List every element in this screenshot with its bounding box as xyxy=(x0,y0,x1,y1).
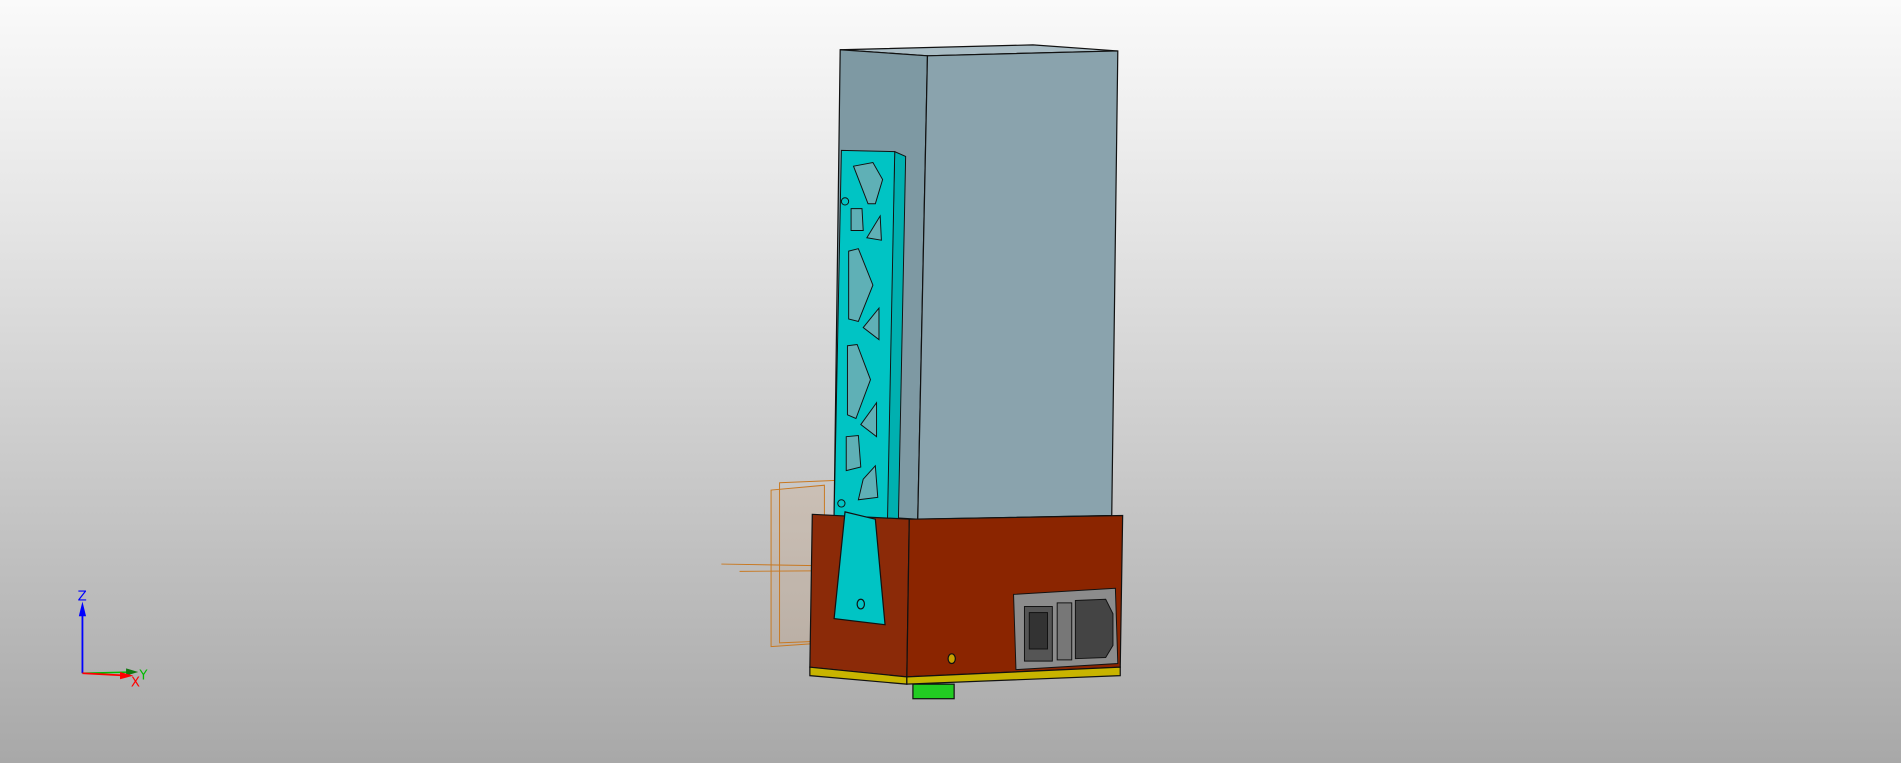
mounting-bracket[interactable] xyxy=(833,149,907,523)
3d-viewport[interactable]: Z Y X xyxy=(0,0,1901,763)
x-axis-label: X xyxy=(131,676,140,691)
iec-socket xyxy=(1074,598,1114,660)
green-foot xyxy=(912,683,955,700)
fuse-holder xyxy=(1056,602,1073,661)
z-axis-label: Z xyxy=(78,589,87,604)
axis-triad: Z Y X xyxy=(78,589,149,690)
enclosure-right-face xyxy=(917,50,1119,520)
power-entry-module[interactable] xyxy=(1013,587,1119,671)
bracket-front xyxy=(833,149,896,523)
